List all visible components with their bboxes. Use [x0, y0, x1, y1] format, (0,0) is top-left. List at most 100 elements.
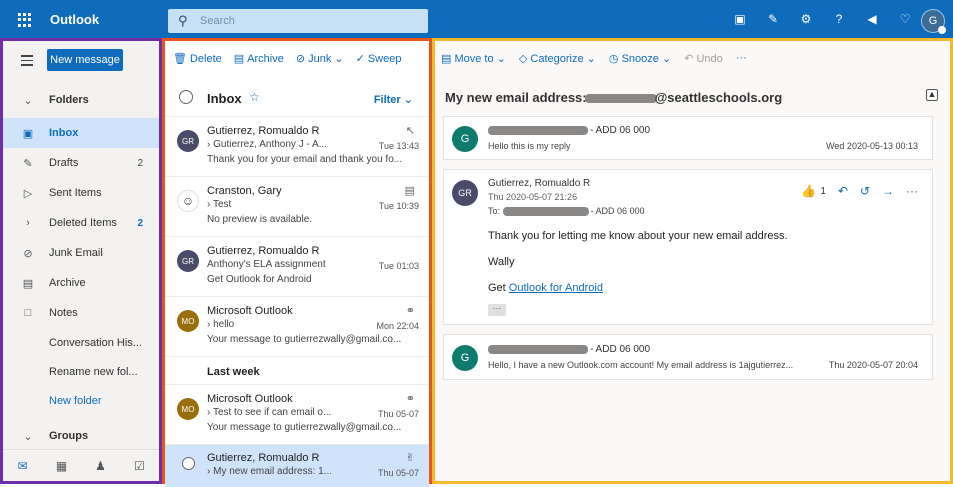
message-subject: › Gutierrez, Anthony J - A...	[207, 139, 328, 150]
categorize-button[interactable]: ◇ Categorize ⌄	[519, 52, 596, 65]
trash-icon: 🗑	[173, 52, 187, 65]
message-preview: Your message to gutierrezwally@gmail.co.…	[207, 422, 402, 433]
undo-label: Undo	[696, 52, 723, 65]
chevron-down-icon: ⌄	[334, 52, 344, 65]
groups-header[interactable]: ⌄ Groups	[3, 423, 159, 449]
settings-gear-icon[interactable]: ⚙	[798, 11, 814, 27]
categorize-label: Categorize	[530, 52, 584, 65]
tag-icon: ◇	[518, 52, 528, 65]
message-actions: 👍 1 ↶ ↺ → ···	[801, 184, 918, 198]
filter-button[interactable]: Filter ⌄	[374, 93, 413, 106]
message-sender: Microsoft Outlook	[207, 393, 293, 405]
message-select-checkbox[interactable]	[182, 457, 195, 470]
sender-name[interactable]: Gutierrez, Romualdo R	[488, 178, 590, 189]
calendar-icon: ▤	[404, 185, 415, 197]
snooze-button[interactable]: ◷ Snooze ⌄	[609, 52, 671, 65]
forward-icon[interactable]: →	[882, 184, 894, 198]
archive-button[interactable]: ▤ Archive	[234, 52, 284, 65]
account-avatar[interactable]: G	[921, 9, 946, 34]
folders-header[interactable]: ⌄ Folders	[3, 85, 159, 115]
snooze-label: Snooze	[621, 52, 659, 65]
folder-archive[interactable]: ▤ Archive	[3, 268, 159, 298]
mail-icon[interactable]: ✉	[3, 450, 42, 481]
people-icon[interactable]: ♟	[81, 450, 120, 481]
folder-inbox[interactable]: ▣ Inbox	[3, 118, 159, 148]
note-icon: □	[24, 307, 32, 319]
feedback-icon[interactable]: ◀	[864, 11, 880, 27]
sender-avatar: GR	[452, 180, 478, 206]
sender-name: - ADD 06 000	[488, 125, 650, 136]
app-launcher-icon[interactable]	[18, 13, 32, 27]
reply-icon[interactable]: ↶	[838, 184, 848, 198]
new-folder-link[interactable]: New folder	[3, 386, 159, 416]
message-row[interactable]: MO Microsoft Outlook ⚭ › hello Mon 22:04…	[165, 298, 429, 357]
message-preview: Get Outlook for Android	[207, 274, 312, 285]
more-options-icon[interactable]: ···	[906, 184, 918, 198]
sweep-button[interactable]: ✓ Sweep	[356, 52, 402, 65]
like-thumbs-up-icon[interactable]: 👍	[801, 184, 816, 198]
message-row[interactable]: ☺ Cranston, Gary ▤ › Test Tue 10:39 No p…	[165, 178, 429, 237]
conversation-item-collapsed[interactable]: G - ADD 06 000 Hello this is my reply We…	[443, 116, 933, 160]
chevron-down-icon: ⌄	[23, 94, 33, 107]
search-placeholder[interactable]: Search	[200, 15, 235, 27]
undo-icon: ↶	[684, 52, 694, 65]
junk-button[interactable]: ⊘ Junk ⌄	[296, 52, 344, 65]
message-date: Thu 2020-05-07 20:04	[828, 360, 918, 370]
folder-rename-new-folder[interactable]: Rename new fol...	[3, 357, 159, 387]
message-preview: Your message to gutierrezwally@gmail.co.…	[207, 334, 402, 345]
message-row-selected[interactable]: Gutierrez, Romualdo R ✌ › My new email a…	[165, 445, 429, 487]
archive-label: Archive	[247, 52, 284, 65]
message-preview: No preview is available.	[207, 214, 313, 225]
undo-button[interactable]: ↶ Undo	[684, 52, 723, 65]
select-all-checkbox[interactable]	[179, 90, 193, 104]
message-time: Tue 13:43	[378, 141, 419, 151]
message-row[interactable]: GR Gutierrez, Romualdo R Anthony's ELA a…	[165, 238, 429, 297]
link-icon: ⚭	[405, 393, 415, 405]
hamburger-menu-icon[interactable]	[21, 55, 33, 69]
message-row[interactable]: GR Gutierrez, Romualdo R ↖ › Gutierrez, …	[165, 118, 429, 177]
tasks-checkbox-icon[interactable]: ☑	[120, 450, 159, 481]
reply-all-icon[interactable]: ↺	[860, 184, 870, 198]
help-icon[interactable]: ?	[831, 11, 847, 27]
message-subject: › hello	[207, 319, 235, 330]
outlook-for-android-link[interactable]: Outlook for Android	[509, 282, 603, 294]
show-quoted-text-button[interactable]: ···	[488, 304, 506, 316]
reading-pane: ▤ Move to ⌄ ◇ Categorize ⌄ ◷ Snooze ⌄ ↶ …	[432, 38, 953, 484]
pencil-icon: ✎	[23, 157, 33, 170]
reading-toolbar: ▤ Move to ⌄ ◇ Categorize ⌄ ◷ Snooze ⌄ ↶ …	[435, 41, 950, 75]
link-icon: ⚭	[405, 305, 415, 317]
meet-now-icon[interactable]: ▣	[732, 11, 748, 27]
conversation-item-collapsed[interactable]: G - ADD 06 000 Hello, I have a new Outlo…	[443, 334, 933, 380]
message-sender: Gutierrez, Romualdo R	[207, 452, 320, 464]
filter-label: Filter	[373, 94, 401, 106]
open-in-new-window-icon[interactable]: ▲	[926, 89, 938, 101]
message-row[interactable]: MO Microsoft Outlook ⚭ › Test to see if …	[165, 386, 429, 445]
calendar-icon[interactable]: ▦	[42, 450, 81, 481]
todo-icon[interactable]: ✎	[765, 11, 781, 27]
move-to-label: Move to	[454, 52, 494, 65]
folder-conversation-history[interactable]: Conversation His...	[3, 328, 159, 358]
message-list-pane: 🗑 Delete ▤ Archive ⊘ Junk ⌄ ✓ Sweep Inbox ☆ …	[162, 38, 432, 487]
notifications-bell-icon[interactable]: ♡	[897, 11, 913, 27]
move-to-button[interactable]: ▤ Move to ⌄	[441, 52, 506, 65]
folder-notes[interactable]: □ Notes	[3, 298, 159, 328]
favorite-star-icon[interactable]: ☆	[249, 90, 260, 104]
more-actions-button[interactable]: ···	[736, 52, 747, 64]
presence-dot	[938, 26, 946, 34]
search-box[interactable]: ⚲ Search	[168, 9, 428, 33]
new-message-button[interactable]: New message	[47, 49, 123, 71]
folder-pane: New message ⌄ Folders ▣ Inbox ✎ Drafts 2…	[0, 38, 162, 484]
app-title[interactable]: Outlook	[50, 12, 99, 27]
folder-sent-items[interactable]: ▷ Sent Items	[3, 178, 159, 208]
folder-label: Rename new fol...	[49, 366, 138, 378]
folder-junk-email[interactable]: ⊘ Junk Email	[3, 238, 159, 268]
delete-button[interactable]: 🗑 Delete	[173, 52, 222, 65]
message-sender: Microsoft Outlook	[207, 305, 293, 317]
folder-deleted-items[interactable]: › Deleted Items 2	[3, 208, 159, 238]
folder-drafts[interactable]: ✎ Drafts 2	[3, 148, 159, 178]
folder-count: 2	[137, 217, 143, 229]
sender-avatar: MO	[177, 398, 199, 420]
message-snippet: Hello this is my reply	[488, 141, 571, 151]
folder-move-icon: ▤	[441, 52, 452, 65]
message-preview: Thank you for your email and thank you f…	[207, 154, 403, 165]
